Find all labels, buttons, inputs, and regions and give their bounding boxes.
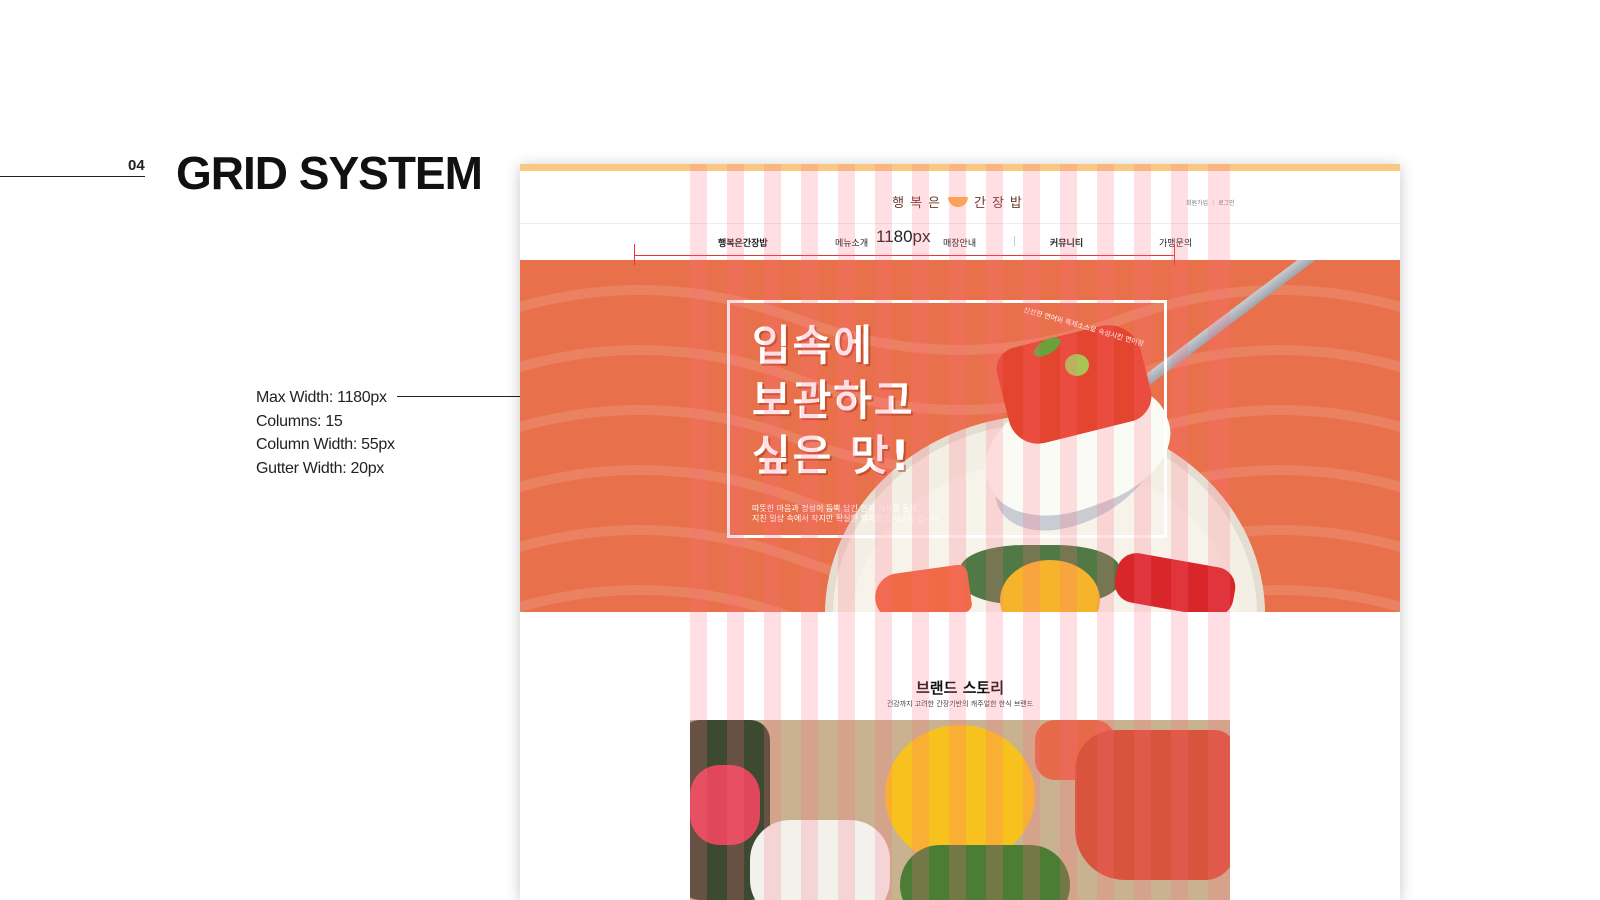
mockup-header: 행복은 간장밥 회원가입 | 로그인 xyxy=(520,171,1400,224)
hero-title-line: 싶은 맛! xyxy=(752,431,912,480)
login-link[interactable]: 로그인 xyxy=(1218,200,1235,207)
utility-links: 회원가입 | 로그인 xyxy=(1186,198,1235,207)
nav-divider xyxy=(1014,236,1015,246)
dimension-tick-right xyxy=(1174,244,1175,265)
nav-item-community[interactable]: 커뮤니티 xyxy=(1050,236,1083,249)
hero-title-line: 입속에 xyxy=(752,321,874,370)
rice-patch xyxy=(750,820,890,900)
spec-gutter-width: Gutter Width: 20px xyxy=(256,459,384,477)
nav-item-stores[interactable]: 매장안내 xyxy=(943,236,976,249)
logo-text-left: 행복은 xyxy=(892,196,946,211)
util-divider: | xyxy=(1212,200,1215,207)
top-accent-bar xyxy=(520,164,1400,171)
spec-columns: Columns: 15 xyxy=(256,412,343,430)
dimension-tick-left xyxy=(634,244,635,265)
spec-column-width: Column Width: 55px xyxy=(256,436,395,453)
max-width-dimension-label: 1180px xyxy=(876,227,931,246)
website-mockup: 행복은 간장밥 회원가입 | 로그인 행복은 간장밥 메뉴소개 매장안내 커뮤니티 가맹… xyxy=(520,164,1400,900)
brand-story-image xyxy=(690,720,1230,900)
hero-banner: 입속에 보관하고 싶은 맛! 따뜻한 마음과 정성이 듬뿍 담긴 한끼 식사를 … xyxy=(520,260,1400,612)
nav-item-menu[interactable]: 메뉴소개 xyxy=(835,236,868,249)
grid-spec-list: Max Width: 1180px Columns: 15 Column Wid… xyxy=(256,386,395,480)
hero-description: 따뜻한 마음과 정성이 듬뿍 담긴 한끼 식사를 통해 지친 일상 속에서 작지… xyxy=(752,504,942,524)
section-rule xyxy=(0,176,145,177)
hero-title: 입속에 보관하고 싶은 맛! xyxy=(752,318,915,483)
max-width-dimension-line xyxy=(634,255,1174,256)
pickled-radish-patch xyxy=(690,765,760,845)
nav-item-franchise[interactable]: 가맹문의 xyxy=(1159,236,1192,249)
spec-max-width: Max Width: 1180px xyxy=(256,389,387,406)
brand-story-title: 브랜드 스토리 xyxy=(915,679,1005,697)
salmon-cubes-patch xyxy=(1075,730,1230,880)
nav-item-brand[interactable]: 행복은간장밥 xyxy=(718,236,768,249)
signup-link[interactable]: 회원가입 xyxy=(1186,200,1208,207)
bowl-icon xyxy=(948,197,968,207)
brand-logo[interactable]: 행복은 간장밥 xyxy=(520,192,1400,211)
hero-desc-line: 따뜻한 마음과 정성이 듬뿍 담긴 한끼 식사를 통해 xyxy=(752,504,917,513)
egg-yolk-patch xyxy=(885,725,1035,865)
section-title: GRID SYSTEM xyxy=(176,147,483,199)
greens-patch xyxy=(900,845,1070,900)
logo-text-right: 간장밥 xyxy=(974,196,1028,211)
hero-title-line: 보관하고 xyxy=(752,376,915,425)
hero-desc-line: 지친 일상 속에서 작지만 확실한 행복을 드리고자 합니다. xyxy=(752,514,942,523)
brand-story-subtitle: 건강까지 고려한 간장기반의 캐주얼한 한식 브랜드 xyxy=(886,700,1034,708)
section-number: 04 xyxy=(128,157,145,174)
